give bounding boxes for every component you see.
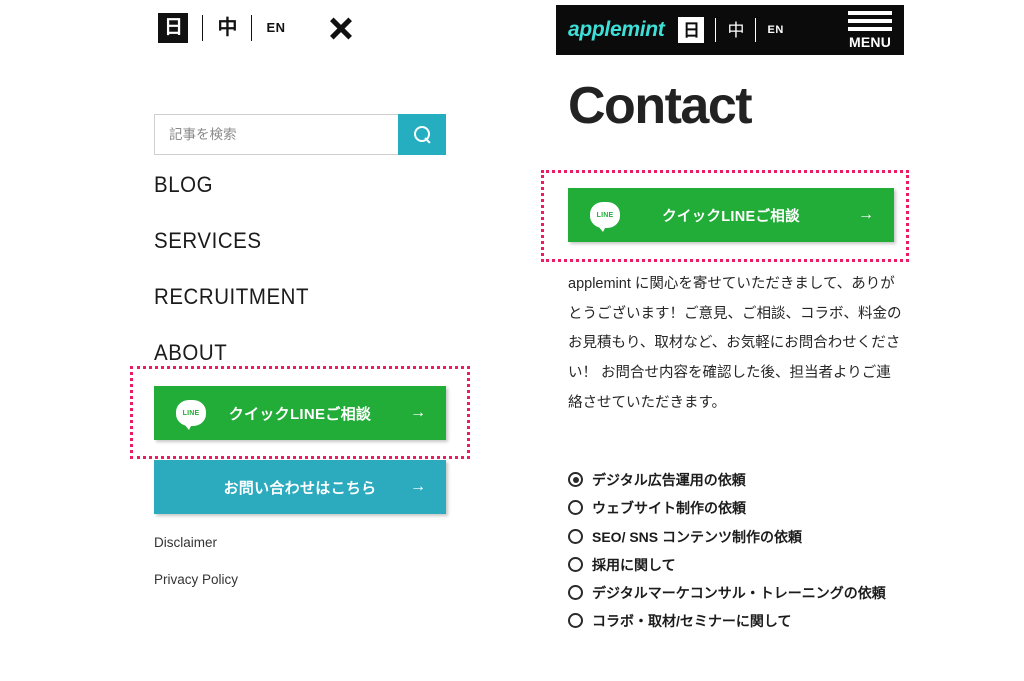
- radio-label: 採用に関して: [592, 556, 676, 573]
- radio-option[interactable]: デジタルマーケコンサル・トレーニングの依頼: [568, 583, 908, 603]
- footer-link-disclaimer[interactable]: Disclaimer: [154, 535, 238, 550]
- radio-option[interactable]: SEO/ SNS コンテンツ制作の依頼: [568, 527, 908, 547]
- lang-japanese-button[interactable]: 日: [158, 12, 189, 43]
- divider: [755, 18, 757, 42]
- arrow-right-icon: →: [410, 404, 426, 421]
- quick-line-consult-button[interactable]: LINE クイックLINEご相談 →: [154, 386, 446, 440]
- nav-item-recruitment[interactable]: RECRUITMENT: [154, 284, 433, 310]
- intro-paragraph: applemint に関心を寄せていただきまして、ありがとうございます！ご意見、…: [568, 276, 902, 411]
- radio-label: ウェブサイト制作の依頼: [592, 500, 746, 517]
- radio-label: デジタルマーケコンサル・トレーニングの依頼: [592, 585, 886, 602]
- search-input[interactable]: [154, 114, 398, 155]
- radio-option[interactable]: 採用に関して: [568, 555, 908, 575]
- radio-icon: [568, 500, 583, 516]
- radio-option[interactable]: コラボ・取材/セミナーに関して: [568, 611, 908, 631]
- page-title: Contact: [568, 77, 753, 135]
- lang-chinese-button[interactable]: 中: [727, 22, 744, 39]
- lang-japanese-button[interactable]: 日: [678, 17, 705, 43]
- menu-button[interactable]: MENU: [848, 11, 892, 49]
- divider: [251, 14, 253, 41]
- lang-chinese-button[interactable]: 中: [217, 18, 237, 38]
- mobile-menu-panel: 日 中 EN BLOG SERVICES RECRUITMENT ABOUT L…: [0, 0, 512, 681]
- lang-english-button[interactable]: EN: [266, 20, 285, 35]
- radio-label: デジタル広告運用の依頼: [592, 472, 746, 488]
- line-icon: LINE: [176, 400, 206, 430]
- arrow-right-icon: →: [410, 478, 426, 495]
- nav-item-about[interactable]: ABOUT: [154, 340, 433, 366]
- radio-icon: [568, 613, 583, 629]
- search-icon: [413, 126, 431, 143]
- search-bar: [154, 114, 446, 155]
- radio-label: コラボ・取材/セミナーに関して: [592, 613, 792, 630]
- radio-label: SEO/ SNS コンテンツ制作の依頼: [592, 528, 803, 545]
- desktop-page-panel: applemint 日 中 EN MENU Contact LINE クイックL…: [556, 0, 904, 681]
- radio-icon: [568, 585, 583, 601]
- nav-item-blog[interactable]: BLOG: [154, 172, 433, 198]
- mobile-menu-header: 日 中 EN: [0, 0, 512, 55]
- radio-icon: [568, 556, 583, 572]
- language-switcher: 日 中 EN: [158, 12, 285, 43]
- quick-line-consult-button[interactable]: LINE クイックLINEご相談 →: [568, 188, 894, 242]
- contact-us-button[interactable]: お問い合わせはこちら →: [154, 460, 446, 514]
- arrow-right-icon: →: [858, 206, 874, 223]
- inquiry-type-radio-group: デジタル広告運用の依頼 ウェブサイト制作の依頼 SEO/ SNS コンテンツ制作…: [568, 470, 908, 640]
- main-nav: BLOG SERVICES RECRUITMENT ABOUT: [154, 172, 454, 396]
- divider: [715, 18, 717, 42]
- line-icon: LINE: [590, 202, 620, 232]
- logo[interactable]: applemint: [568, 18, 665, 42]
- screenshot-root: 日 中 EN BLOG SERVICES RECRUITMENT ABOUT L…: [0, 0, 1024, 681]
- radio-option[interactable]: ウェブサイト制作の依頼: [568, 498, 908, 518]
- radio-option[interactable]: デジタル広告運用の依頼: [568, 470, 908, 490]
- site-header: applemint 日 中 EN MENU: [556, 5, 904, 55]
- search-button[interactable]: [398, 114, 446, 155]
- hamburger-icon: [848, 11, 892, 35]
- menu-label: MENU: [848, 34, 892, 50]
- divider: [202, 14, 204, 41]
- footer-links: Disclaimer Privacy Policy: [154, 535, 238, 609]
- nav-item-services[interactable]: SERVICES: [154, 228, 433, 254]
- radio-icon: [568, 528, 583, 544]
- close-icon[interactable]: [328, 15, 354, 41]
- lang-english-button[interactable]: EN: [767, 24, 783, 36]
- radio-icon-selected: [568, 472, 583, 487]
- footer-link-privacy-policy[interactable]: Privacy Policy: [154, 572, 238, 587]
- button-label: お問い合わせはこちら: [223, 479, 377, 497]
